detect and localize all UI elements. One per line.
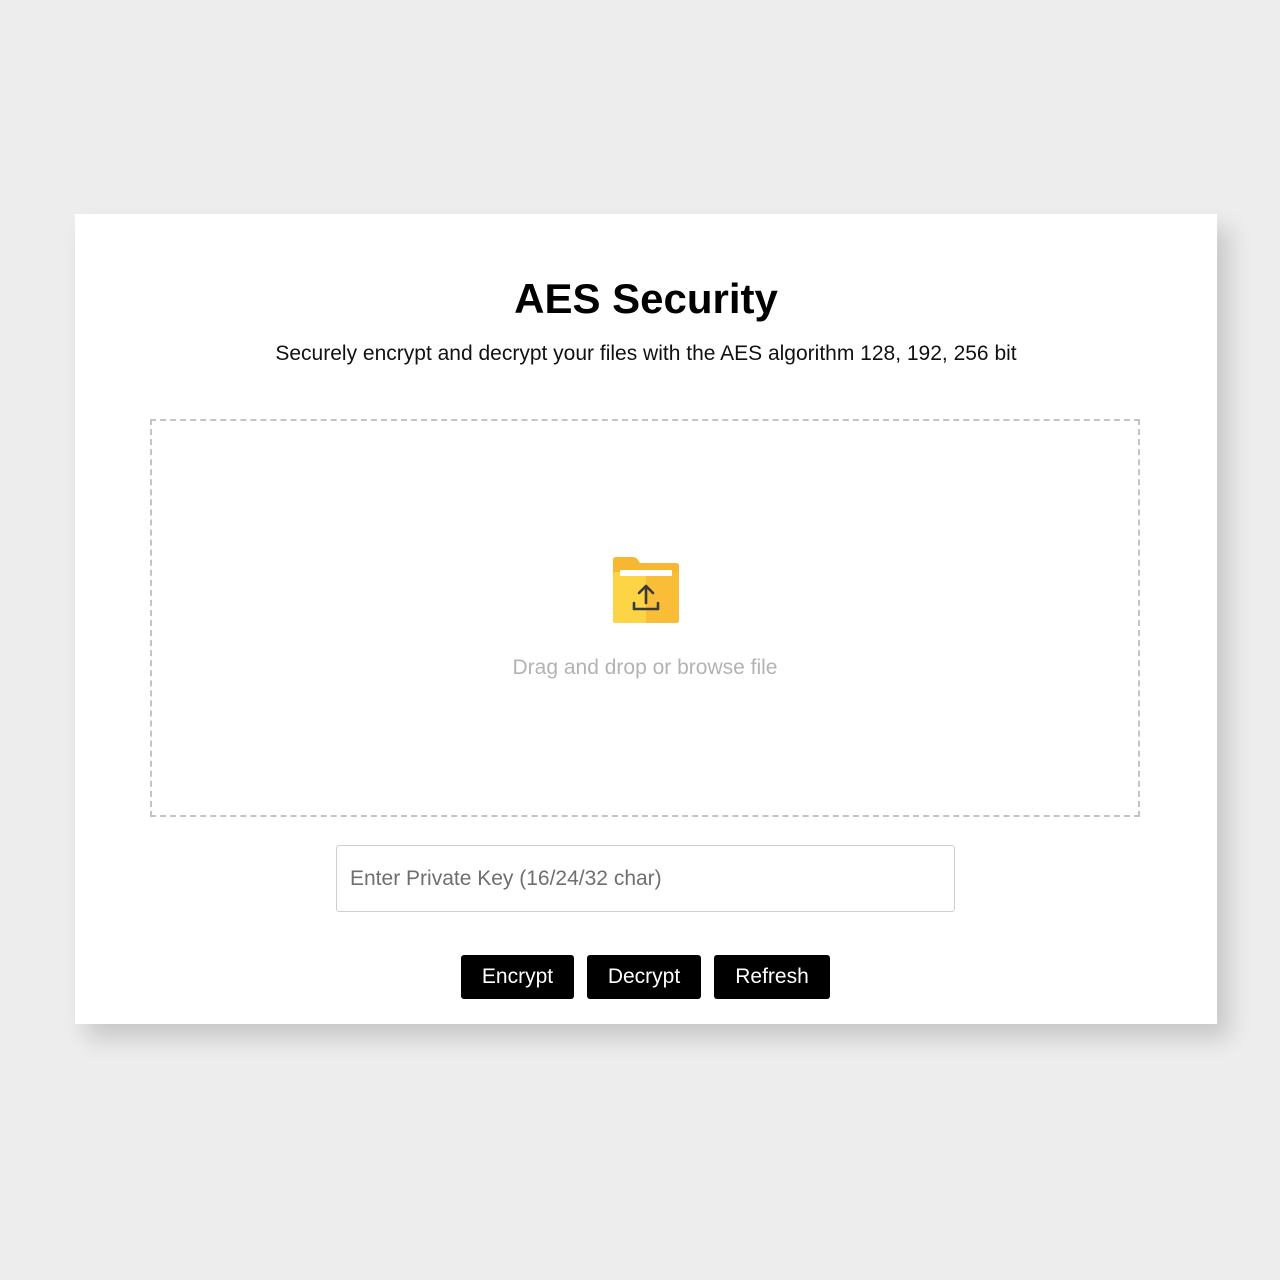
aes-card: AES Security Securely encrypt and decryp…: [75, 214, 1217, 1024]
folder-upload-icon: [613, 557, 679, 623]
encrypt-button[interactable]: Encrypt: [461, 955, 574, 999]
dropzone-text[interactable]: Drag and drop or browse file: [152, 655, 1138, 681]
page-subtitle: Securely encrypt and decrypt your files …: [275, 342, 1017, 365]
private-key-input[interactable]: [336, 845, 955, 912]
page-title: AES Security: [514, 275, 778, 322]
decrypt-button[interactable]: Decrypt: [587, 955, 701, 999]
refresh-button[interactable]: Refresh: [714, 955, 830, 999]
file-dropzone[interactable]: Drag and drop or browse file: [150, 419, 1140, 817]
